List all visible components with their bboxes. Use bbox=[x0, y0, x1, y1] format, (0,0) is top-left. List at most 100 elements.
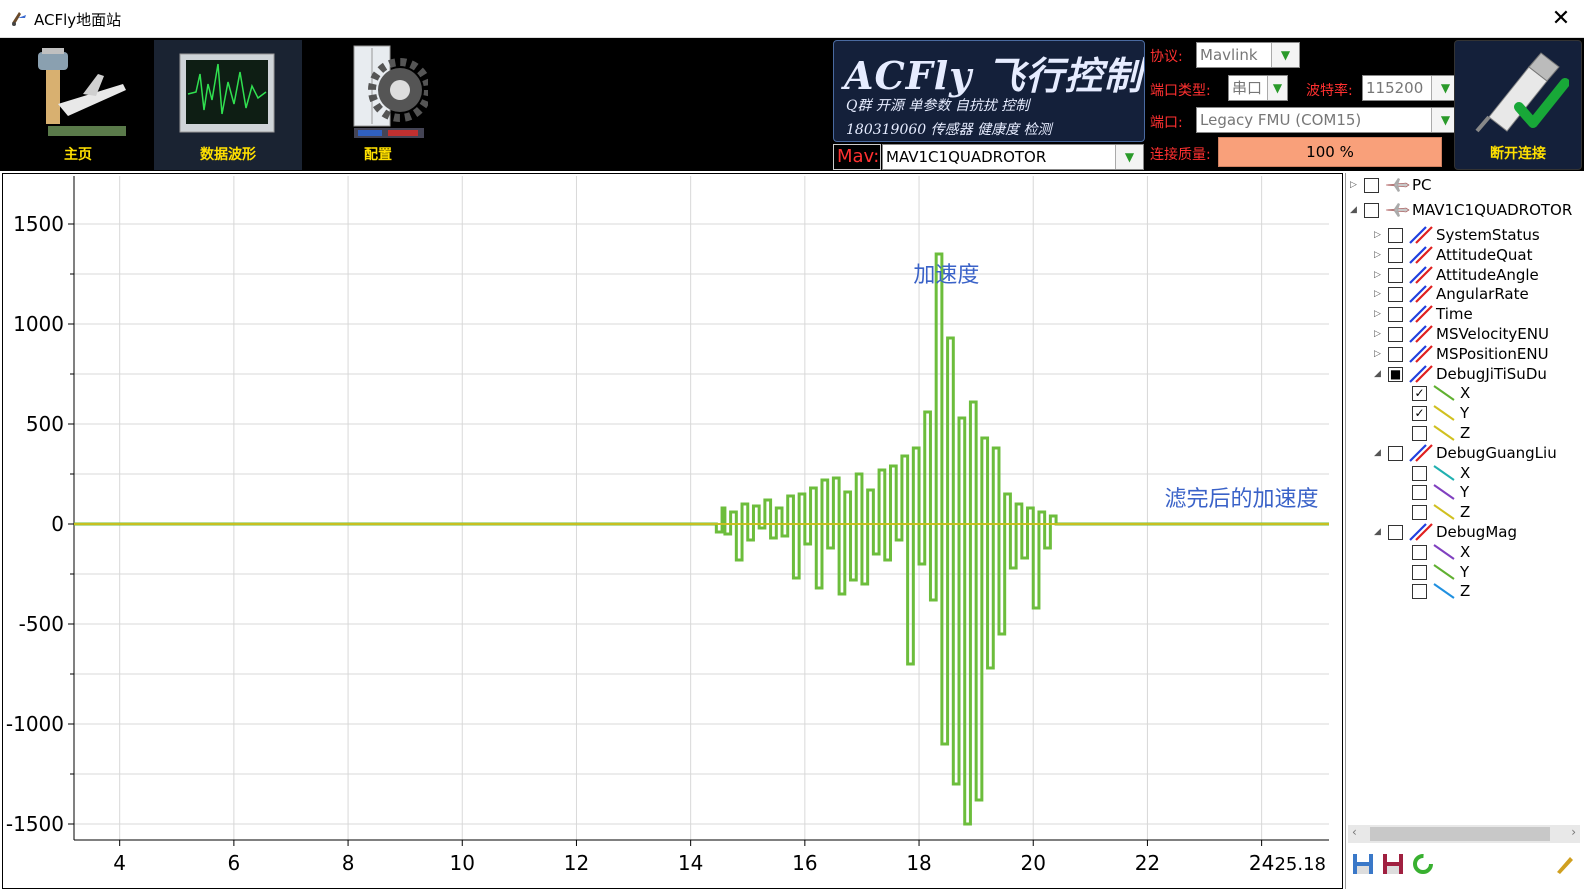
tree-item[interactable]: ✓ X bbox=[1398, 383, 1576, 403]
tree-checkbox[interactable] bbox=[1412, 426, 1427, 441]
tree-item[interactable]: ▷ AttitudeAngle bbox=[1374, 265, 1576, 285]
protocol-label: 协议: bbox=[1150, 49, 1183, 65]
nav-config-button[interactable]: 配置 bbox=[304, 40, 452, 170]
tree-checkbox[interactable] bbox=[1388, 346, 1403, 362]
tree-item[interactable]: ▷ PC bbox=[1350, 175, 1576, 195]
tree-checkbox[interactable]: ■ bbox=[1388, 366, 1403, 382]
chart-annotation: 加速度 bbox=[913, 263, 979, 288]
scroll-right-icon[interactable]: › bbox=[1571, 825, 1576, 839]
x-tick-label: 4 bbox=[113, 851, 126, 875]
tree-item[interactable]: Z bbox=[1398, 502, 1576, 522]
tree-item[interactable]: ◢ ■ DebugJiTiSuDu bbox=[1374, 364, 1576, 384]
save-icon[interactable] bbox=[1350, 851, 1376, 877]
tree-item[interactable]: Z bbox=[1398, 581, 1576, 601]
tree-item[interactable]: ▷ AttitudeQuat bbox=[1374, 245, 1576, 265]
tree-checkbox[interactable] bbox=[1412, 465, 1427, 481]
port-type-select[interactable]: 串口 ▼ bbox=[1228, 75, 1288, 101]
tree-item-label: AttitudeAngle bbox=[1436, 265, 1539, 284]
tree-item[interactable]: X bbox=[1398, 463, 1576, 483]
pen-icon[interactable] bbox=[1552, 851, 1578, 877]
tree-checkbox[interactable]: ✓ bbox=[1412, 386, 1427, 402]
tree-checkbox[interactable] bbox=[1388, 525, 1403, 540]
protocol-select[interactable]: Mavlink ▼ bbox=[1196, 42, 1300, 68]
tree-expander-icon[interactable]: ▷ bbox=[1374, 344, 1386, 364]
tree-item-label: MAV1C1QUADROTOR bbox=[1412, 201, 1573, 219]
disconnect-button[interactable]: 断开连接 bbox=[1454, 40, 1582, 170]
x-tick-label: 20 bbox=[1021, 851, 1046, 875]
teal-line-icon bbox=[1432, 464, 1458, 482]
tree-expander-icon[interactable]: ▷ bbox=[1374, 284, 1386, 304]
x-tick-label: 24 bbox=[1249, 851, 1274, 875]
waveform-chart[interactable]: 1500 1000 500 0 -500 -1000 -1500 4 6 8 10 12 14 16 18 2… bbox=[2, 173, 1343, 889]
mav-label: Mav: bbox=[833, 144, 881, 170]
tree-item[interactable]: Z bbox=[1398, 423, 1576, 443]
tree-checkbox[interactable]: ✓ bbox=[1412, 406, 1427, 422]
tree-checkbox[interactable] bbox=[1364, 178, 1379, 193]
tree-checkbox[interactable] bbox=[1412, 564, 1427, 580]
tree-checkbox[interactable] bbox=[1412, 505, 1427, 521]
tree-item-label: Z bbox=[1460, 582, 1471, 601]
x-tick-label: 10 bbox=[450, 851, 475, 875]
tree-item[interactable]: Y bbox=[1398, 562, 1576, 582]
scroll-left-icon[interactable]: ‹ bbox=[1352, 825, 1357, 839]
tree-item[interactable]: ◢ DebugMag bbox=[1374, 522, 1576, 542]
title-bar: ACFly地面站 ✕ bbox=[0, 0, 1584, 38]
baud-value: 115200 bbox=[1366, 79, 1424, 97]
tree-checkbox[interactable] bbox=[1412, 485, 1427, 501]
tree-item-label: Z bbox=[1460, 503, 1471, 522]
app-logo-icon bbox=[12, 12, 26, 26]
mav-value: MAV1C1QUADROTOR bbox=[886, 148, 1047, 166]
tree-item[interactable]: ▷ Time bbox=[1374, 304, 1576, 324]
tree-checkbox[interactable] bbox=[1364, 203, 1379, 218]
tree-checkbox[interactable] bbox=[1388, 247, 1403, 263]
save-as-icon[interactable] bbox=[1380, 851, 1406, 877]
tree-item[interactable]: X bbox=[1398, 542, 1576, 562]
tree-checkbox[interactable] bbox=[1388, 307, 1403, 323]
nav-home-button[interactable]: 主页 bbox=[4, 40, 152, 170]
tree-item[interactable]: ◢ DebugGuangLiu bbox=[1374, 443, 1576, 463]
port-type-label: 端口类型: bbox=[1150, 83, 1211, 99]
tree-item[interactable]: Y bbox=[1398, 482, 1576, 502]
tree-expander-icon[interactable]: ▷ bbox=[1374, 225, 1386, 245]
tree-checkbox[interactable] bbox=[1388, 327, 1403, 342]
tree-expander-icon[interactable]: ▷ bbox=[1374, 324, 1386, 344]
tree-horizontal-scrollbar[interactable]: ‹ › bbox=[1348, 825, 1580, 843]
tree-expander-icon[interactable]: ▷ bbox=[1374, 265, 1386, 285]
tree-item-label: DebugMag bbox=[1436, 523, 1517, 541]
close-icon[interactable]: ✕ bbox=[1538, 0, 1584, 38]
tree-item[interactable]: ◢ MAV1C1QUADROTOR bbox=[1350, 200, 1576, 220]
red-blue-lines-icon bbox=[1408, 285, 1434, 304]
mav-select[interactable]: MAV1C1QUADROTOR ▼ bbox=[882, 144, 1144, 170]
tree-checkbox[interactable] bbox=[1388, 267, 1403, 283]
nav-waveform-button[interactable]: 数据波形 bbox=[154, 40, 302, 170]
baud-select[interactable]: 115200 ▼ bbox=[1362, 75, 1460, 101]
airplane-icon bbox=[1384, 176, 1410, 194]
port-select[interactable]: Legacy FMU (COM15) ▼ bbox=[1196, 107, 1460, 133]
tree-checkbox[interactable] bbox=[1388, 287, 1403, 303]
tree-expander-icon[interactable]: ◢ bbox=[1374, 522, 1386, 542]
y-tick-label: 1000 bbox=[13, 312, 64, 336]
tree-item[interactable]: ▷ MSPositionENU bbox=[1374, 344, 1576, 364]
airport-tower-plane-icon bbox=[38, 48, 126, 136]
scroll-thumb[interactable] bbox=[1370, 827, 1550, 841]
tree-item[interactable]: ▷ MSVelocityENU bbox=[1374, 324, 1576, 344]
tree-item[interactable]: ▷ SystemStatus bbox=[1374, 225, 1576, 245]
tree-item[interactable]: ✓ Y bbox=[1398, 403, 1576, 423]
red-blue-lines-icon bbox=[1408, 305, 1434, 323]
tree-checkbox[interactable] bbox=[1388, 228, 1403, 243]
tree-item-label: DebugJiTiSuDu bbox=[1436, 364, 1547, 383]
tree-item[interactable]: ▷ AngularRate bbox=[1374, 284, 1576, 304]
tree-checkbox[interactable] bbox=[1412, 584, 1427, 600]
refresh-icon[interactable] bbox=[1410, 851, 1436, 877]
tree-expander-icon[interactable]: ◢ bbox=[1374, 364, 1386, 384]
tree-item-label: PC bbox=[1412, 176, 1432, 194]
red-blue-lines-icon bbox=[1408, 523, 1434, 541]
tree-checkbox[interactable] bbox=[1388, 445, 1403, 461]
tree-expander-icon[interactable]: ▷ bbox=[1374, 304, 1386, 324]
tree-expander-icon[interactable]: ◢ bbox=[1374, 443, 1386, 463]
tree-expander-icon[interactable]: ◢ bbox=[1350, 200, 1362, 220]
tree-expander-icon[interactable]: ▷ bbox=[1374, 245, 1386, 265]
tree-checkbox[interactable] bbox=[1412, 544, 1427, 560]
tree-expander-icon[interactable]: ▷ bbox=[1350, 175, 1362, 195]
chart-svg: 1500 1000 500 0 -500 -1000 -1500 4 6 8 10 12 14 16 18 2… bbox=[6, 176, 1329, 875]
